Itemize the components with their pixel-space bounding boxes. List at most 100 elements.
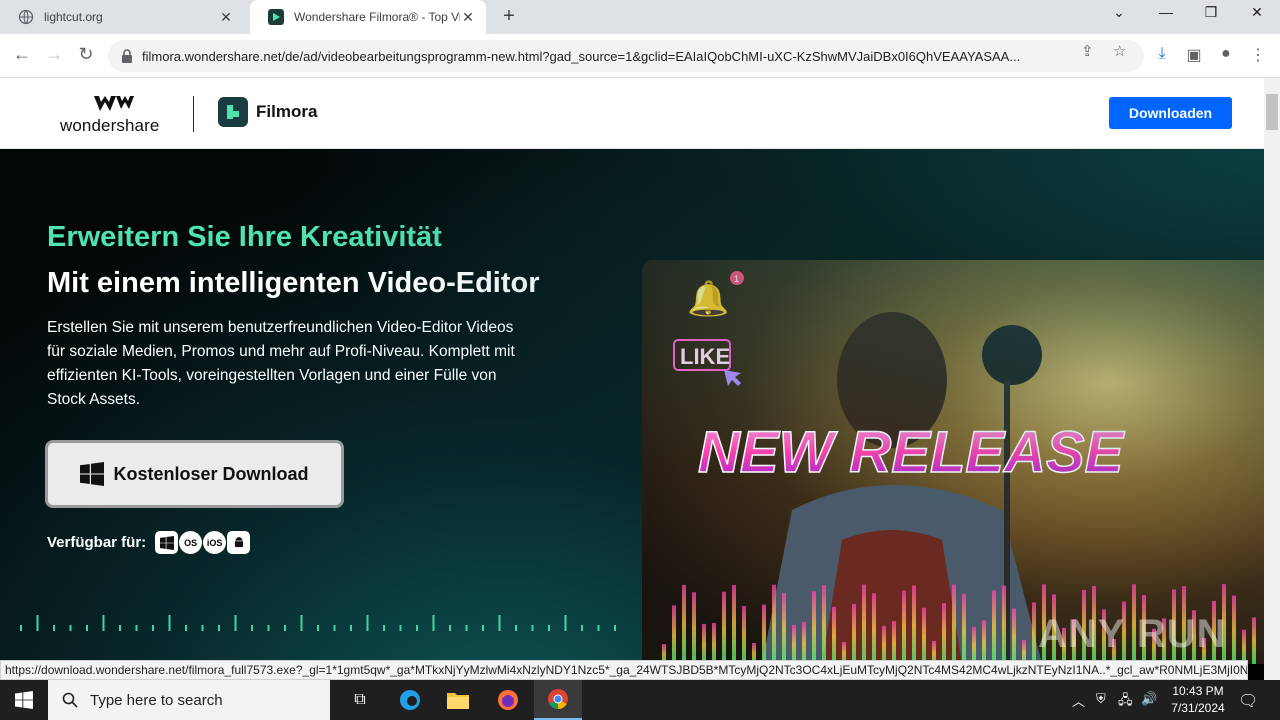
tab-title: lightcut.org [44,10,103,24]
wave-bar [86,625,88,631]
share-icon[interactable]: ⇪ [1081,42,1094,60]
wave-bar [350,625,352,631]
bookmark-star-icon[interactable]: ☆ [1113,42,1126,60]
android-icon [227,531,251,554]
reload-button[interactable]: ↻ [74,44,98,65]
wave-bar [135,625,138,631]
equalizer-bar [762,604,766,664]
equalizer-bar [702,623,706,664]
wave-bar [53,625,55,631]
wave-bar [300,615,303,631]
minimize-button[interactable]: — [1151,4,1181,20]
wave-bar [531,625,534,631]
equalizer-bar [872,593,876,664]
header-divider [193,96,194,132]
file-explorer-icon[interactable] [434,680,482,720]
search-icon [62,692,78,708]
tab-filmora[interactable]: Wondershare Filmora® - Top Vi ✕ [250,0,486,34]
wave-bar [383,625,385,631]
wave-bar [251,625,253,631]
address-bar[interactable]: filmora.wondershare.net/de/ad/videobearb… [108,40,1144,72]
wave-bar [20,625,22,631]
filmora-wordmark: Filmora [256,102,318,121]
filmora-favicon-icon [268,9,284,25]
wave-bar [482,625,484,631]
browser-toolbar: ← → ↻ filmora.wondershare.net/de/ad/vide… [0,34,1280,78]
lock-icon [122,49,132,63]
wave-bar [218,625,220,631]
wave-bar [432,615,435,631]
equalizer-bar [942,603,946,664]
firefox-icon[interactable] [484,680,532,720]
clock-date: 7/31/2024 [1171,701,1225,715]
link-status-bar: https://download.wondershare.net/filmora… [0,660,1248,680]
close-icon[interactable]: ✕ [218,9,234,26]
taskbar-clock[interactable]: 10:43 PM 7/31/2024 [1160,683,1236,717]
bell-icon: 🔔 [687,280,729,318]
hero-video-preview[interactable]: 🔔 1 LIKE NEW RELEASE [642,260,1264,664]
wave-bar [366,615,369,631]
wave-bar [548,625,550,631]
wave-bar [152,625,154,631]
network-icon[interactable]: 🖧 [1118,691,1133,713]
audio-waveform-decoration [20,615,616,631]
equalizer-bar [672,605,676,664]
scrollbar-thumb[interactable] [1266,94,1278,130]
equalizer-bar [822,585,826,664]
equalizer-bar [1242,629,1246,664]
close-window-button[interactable]: ✕ [1242,4,1272,21]
wondershare-wordmark: wondershare [60,116,160,135]
equalizer-bar [912,585,916,664]
wave-bar [564,615,567,631]
start-button[interactable] [0,680,48,720]
wondershare-mark-icon [94,96,134,111]
equalizer-bar [902,590,906,664]
page-scrollbar[interactable] [1264,78,1280,680]
browser-tabstrip: lightcut.org ✕ Wondershare Filmora® - To… [0,0,1280,34]
taskbar-search-box[interactable]: Type here to search [48,680,330,720]
chrome-icon[interactable] [534,680,582,720]
equalizer-bar [962,593,966,664]
wave-bar [201,625,204,631]
wondershare-logo[interactable]: wondershare [60,94,168,135]
forward-button[interactable]: → [42,44,66,65]
download-icon[interactable]: ⤓ [1151,45,1173,63]
filmora-logo[interactable]: Filmora [218,97,317,127]
new-release-text: NEW RELEASE [698,420,1126,485]
close-icon[interactable]: ✕ [460,9,476,26]
windows-icon [155,531,179,554]
equalizer-bar [1002,585,1006,664]
equalizer-bar [992,590,996,664]
back-button[interactable]: ← [10,44,34,65]
hero-description: Erstellen Sie mit unserem benutzerfreund… [47,319,515,408]
equalizer-bar [732,585,736,664]
volume-icon[interactable]: 🔊 [1141,691,1157,707]
free-download-button[interactable]: Kostenloser Download [45,440,344,508]
security-icon[interactable]: ⛨ [1096,691,1106,707]
menu-kebab-icon[interactable]: ⋮ [1247,45,1269,65]
wave-bar [614,625,616,631]
globe-icon [18,9,34,25]
new-tab-button[interactable]: + [498,5,520,28]
tab-title: Wondershare Filmora® - Top Vi [294,10,460,24]
equalizer-bar [972,626,976,664]
tab-search-chevron-icon[interactable]: ⌄ [1104,4,1134,21]
wave-bar [416,625,418,631]
header-download-button[interactable]: Downloaden [1109,97,1232,129]
equalizer-bar [982,620,986,664]
equalizer-bar [772,584,776,664]
task-view-icon[interactable]: ⧉ [336,680,384,720]
availability-row: Verfügbar für: OS iOS [47,531,251,554]
clock-time: 10:43 PM [1172,684,1224,698]
edge-icon[interactable] [386,680,434,720]
side-panel-icon[interactable]: ▣ [1183,45,1205,65]
restore-button[interactable]: ❐ [1196,4,1226,21]
show-hidden-icons[interactable]: ︿ [1072,691,1085,710]
ios-icon: iOS [203,531,227,554]
profile-avatar-icon[interactable]: ● [1215,45,1237,63]
notification-icon[interactable]: 🗨 [1238,691,1258,711]
cta-label: Kostenloser Download [113,463,309,484]
tab-lightcut[interactable]: lightcut.org ✕ [0,0,244,34]
search-placeholder: Type here to search [90,691,223,709]
equalizer-bar [722,591,726,664]
